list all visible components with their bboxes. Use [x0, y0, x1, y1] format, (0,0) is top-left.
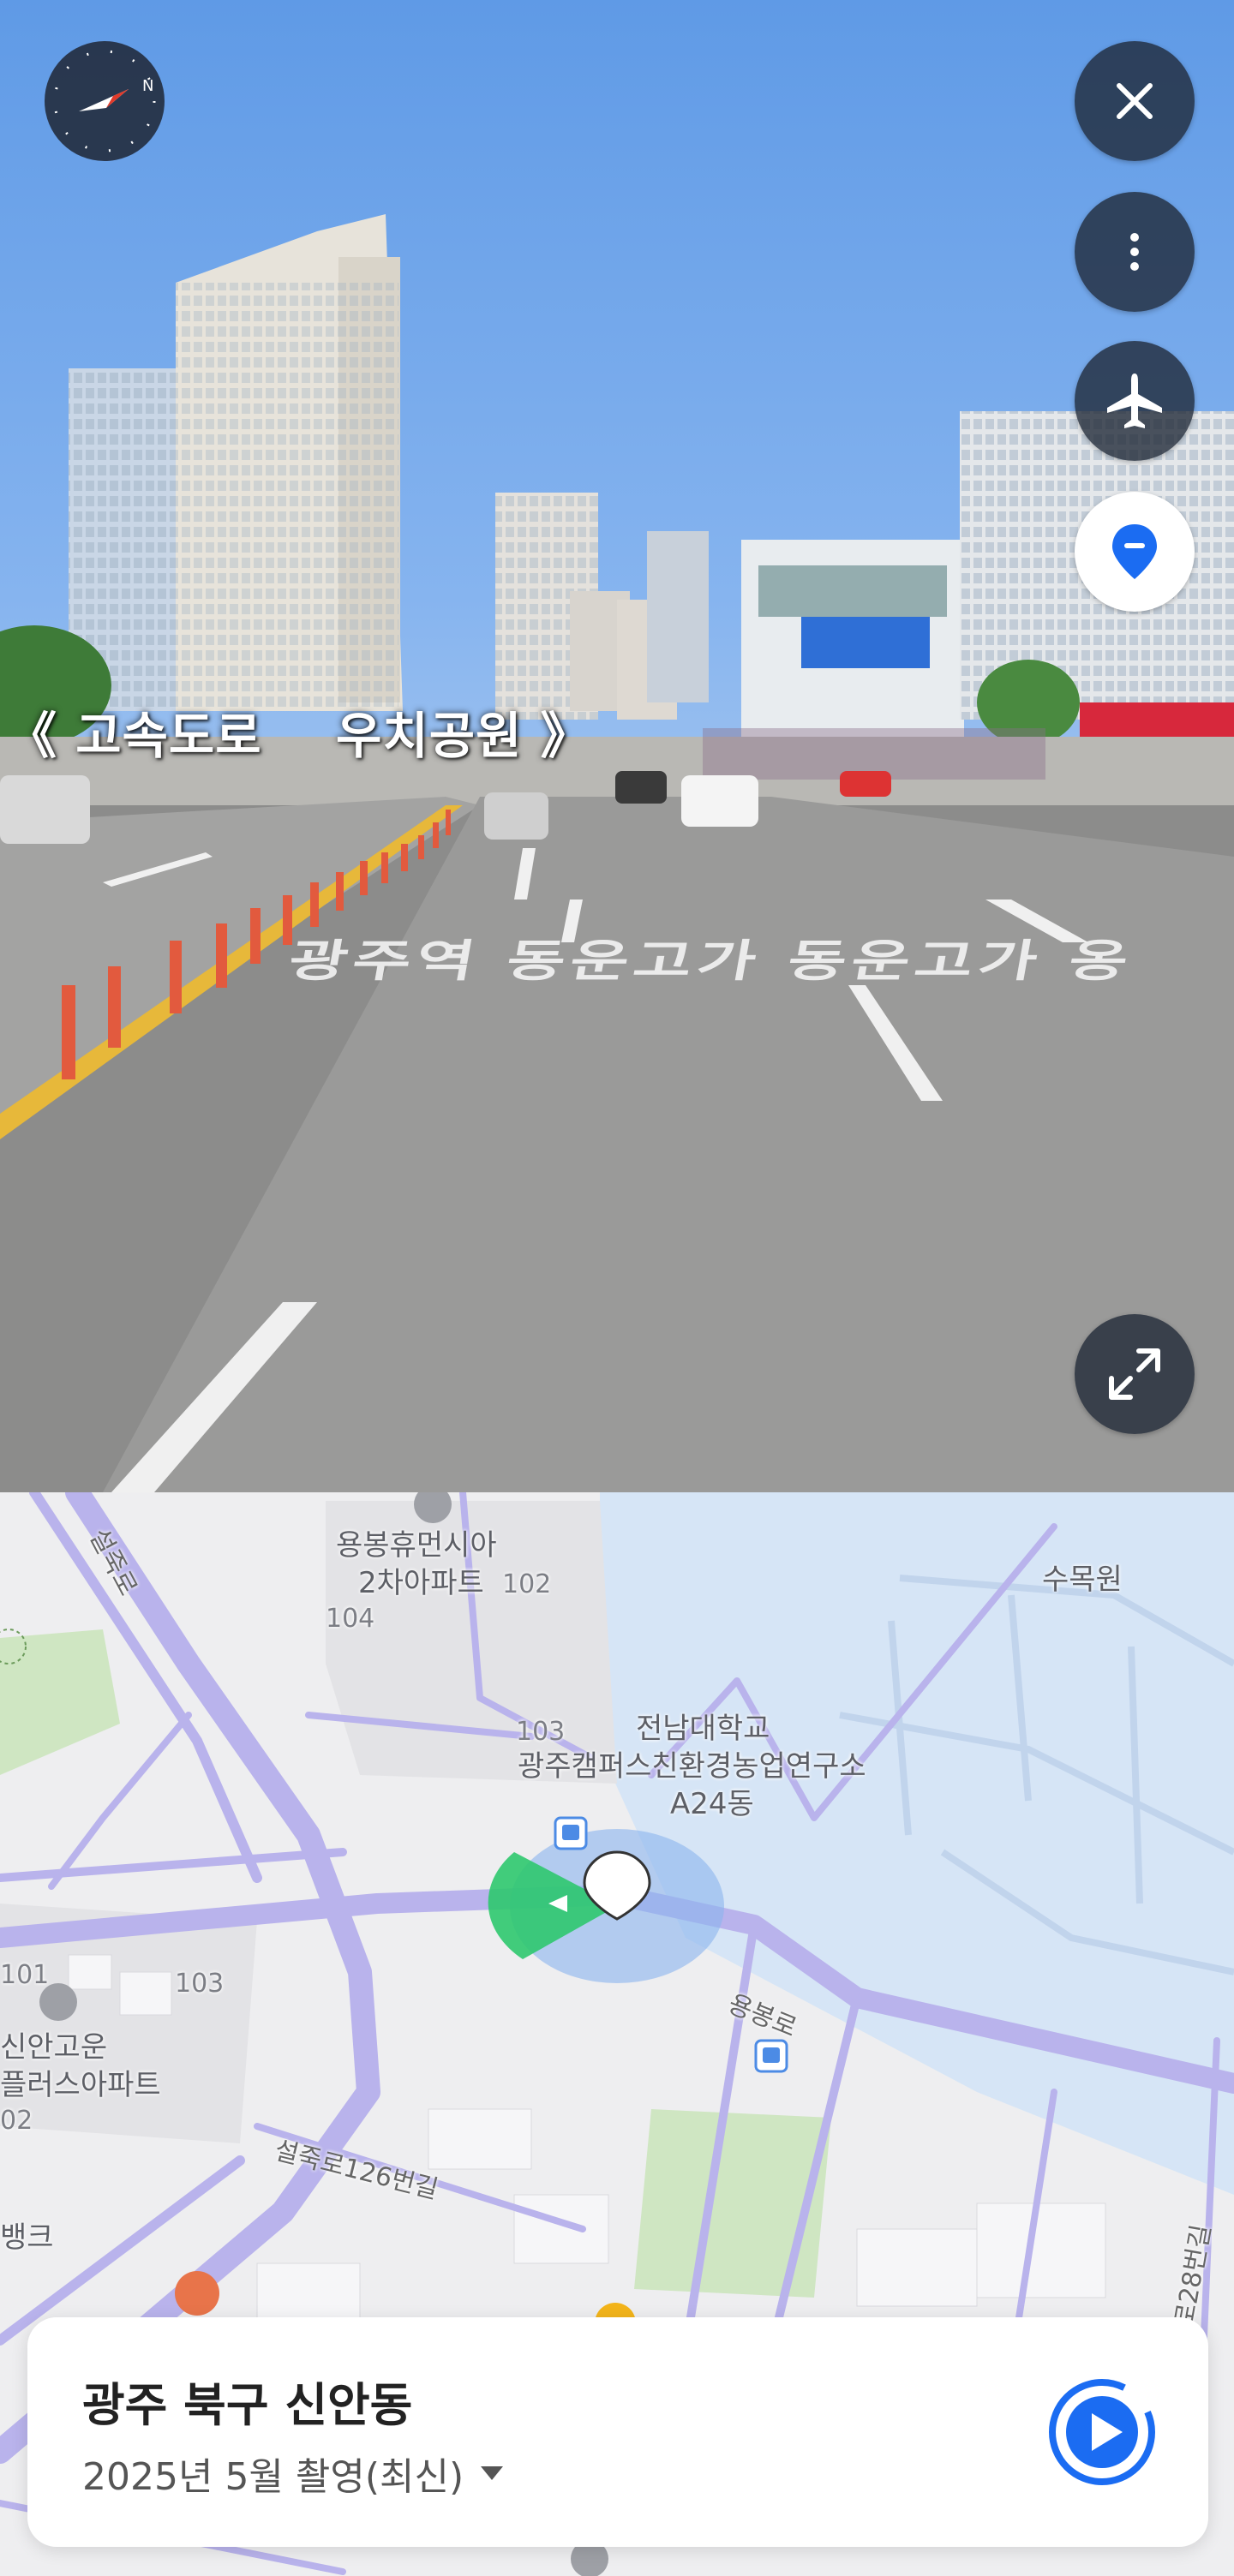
direction-sign-right: 우치공원 》: [336, 707, 591, 765]
map-label-univ: A24동: [670, 1787, 754, 1821]
direction-sign-left: 《 고속도로: [7, 707, 262, 765]
more-options-button[interactable]: [1075, 192, 1195, 312]
aerial-view-button[interactable]: [1075, 341, 1195, 461]
close-button[interactable]: [1075, 41, 1195, 161]
play-history-button[interactable]: [1047, 2377, 1157, 2487]
map-label-bldg: 101: [0, 1960, 50, 1990]
map-label-garden: 수목원: [1042, 1563, 1123, 1597]
map-label-apt: 용봉휴먼시아: [336, 1528, 497, 1563]
map-label-univ: 광주캠퍼스친환경농업연구소: [518, 1749, 866, 1784]
capture-date: 2025년 5월 촬영(최신): [82, 2455, 464, 2499]
map-label-bldg: 104: [326, 1604, 375, 1634]
map-label-bldg: 103: [175, 1969, 225, 1999]
play-history-icon: [1049, 2379, 1155, 2485]
airplane-icon: [1107, 374, 1162, 428]
location-pin-icon: [1112, 524, 1157, 579]
my-location-pin-button[interactable]: [1075, 492, 1195, 612]
expand-button[interactable]: [1075, 1314, 1195, 1434]
compass-icon[interactable]: N: [45, 41, 165, 161]
close-icon: [1117, 83, 1153, 119]
map-label-bldg: 02: [0, 2106, 33, 2136]
more-vertical-icon: [1130, 233, 1139, 271]
map-label-univ: 전남대학교: [636, 1712, 770, 1746]
dropdown-triangle-icon: [481, 2466, 504, 2480]
expand-icon: [1109, 1348, 1160, 1400]
location-info-card[interactable]: 광주 북구 신안동 2025년 5월 촬영(최신): [27, 2317, 1208, 2547]
svg-text:N: N: [142, 77, 153, 95]
compass-rose-icon: N: [53, 50, 156, 152]
location-title: 광주 북구 신안동: [82, 2378, 413, 2432]
map-label-bldg: 103: [516, 1717, 566, 1747]
road-marking-text: 광주역 동운고가 동운고가 옹: [285, 935, 1138, 988]
map-label-apt: 2차아파트: [358, 1566, 484, 1600]
map-label-apt: 신안고운: [0, 2030, 108, 2065]
capture-date-selector[interactable]: 2025년 5월 촬영(최신): [82, 2446, 505, 2501]
map-label-bank: 뱅크: [0, 2220, 54, 2255]
map-label-apt: 플러스아파트: [0, 2068, 161, 2102]
street-view-panorama[interactable]: 《 고속도로 우치공원 》 광주역 동운고가 동운고가 옹 N: [0, 0, 1234, 1492]
map-label-bldg: 102: [502, 1569, 552, 1599]
